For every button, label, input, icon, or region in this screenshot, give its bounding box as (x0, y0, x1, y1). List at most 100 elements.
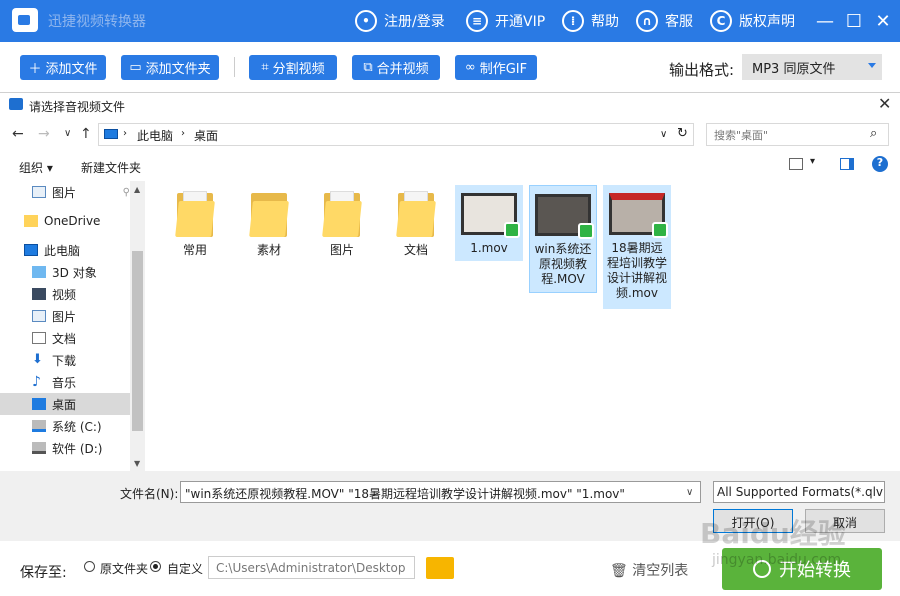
maximize-button[interactable]: ☐ (841, 8, 867, 34)
trash-icon: 🗑 (610, 563, 628, 579)
search-input[interactable]: 搜索"桌面" (706, 123, 889, 146)
user-icon: • (355, 10, 377, 32)
scroll-up-icon[interactable]: ▲ (134, 185, 140, 194)
add-folder-button[interactable]: ▭ 添加文件夹 (121, 55, 219, 80)
make-gif-button[interactable]: ∞ 制作GIF (455, 55, 537, 80)
nav-item-downloads[interactable]: ⬇ 下载 (0, 349, 130, 371)
navigation-pane: 图片 ⚲ OneDrive 此电脑 3D 对象 视频 图片 文档 ⬇ 下载 ♪ 音乐 … (0, 181, 145, 471)
file-item-training-video[interactable]: 18暑期远程培训教学设计讲解视频.mov (603, 185, 671, 309)
breadcrumb-this-pc[interactable]: 此电脑 (137, 127, 173, 144)
back-arrow-icon[interactable]: ← (12, 126, 24, 142)
service-link[interactable]: ∩ 客服 (636, 0, 693, 42)
browse-folder-icon[interactable] (426, 557, 454, 579)
document-icon (32, 332, 46, 344)
output-format-label: 输出格式: (669, 61, 735, 79)
crop-icon: ⌗ (261, 60, 269, 75)
plus-icon: ＋ (28, 62, 42, 77)
forward-arrow-icon[interactable]: → (38, 126, 50, 142)
preview-pane-icon[interactable] (840, 158, 854, 170)
save-path-input[interactable]: C:\Users\Administrator\Desktop (208, 556, 415, 579)
folder-item-documents[interactable]: 文档 (382, 185, 450, 258)
toolbar: ＋添加文件 ▭ 添加文件夹 ⌗ 分割视频 ⧉ 合并视频 ∞ 制作GIF 输出格式: MP… (0, 42, 900, 92)
scroll-down-icon[interactable]: ▼ (134, 459, 140, 468)
nav-scrollbar-thumb[interactable] (132, 251, 143, 431)
help-icon[interactable]: ? (872, 156, 888, 172)
recent-chevron-icon[interactable]: ∨ (64, 128, 71, 139)
app-title: 迅捷视频转换器 (48, 14, 146, 30)
filename-input[interactable]: "win系统还原视频教程.MOV" "18暑期远程培训教学设计讲解视频.mov"… (180, 481, 701, 503)
nav-item-pictures-pinned[interactable]: 图片 ⚲ (0, 181, 130, 203)
radio-original-folder[interactable] (84, 561, 95, 572)
close-button[interactable]: ✕ (870, 8, 896, 34)
nav-item-documents[interactable]: 文档 (0, 327, 130, 349)
folder-icon (322, 191, 362, 237)
address-dropdown-icon[interactable]: ∨ (660, 129, 667, 140)
nav-item-drive-c[interactable]: 系统 (C:) (0, 415, 130, 437)
file-item-1-mov[interactable]: 1.mov (455, 185, 523, 261)
split-video-button[interactable]: ⌗ 分割视频 (249, 55, 337, 80)
folder-item-pictures[interactable]: 图片 (308, 185, 376, 258)
cube-icon (32, 266, 46, 278)
merge-video-button[interactable]: ⧉ 合并视频 (352, 55, 440, 80)
title-bar: 迅捷视频转换器 • 注册/登录 ≡ 开通VIP ⁞ 帮助 ∩ 客服 C 版权声明 — ☐ … (0, 0, 900, 42)
nav-item-videos[interactable]: 视频 (0, 283, 130, 305)
new-folder-button[interactable]: 新建文件夹 (81, 159, 141, 176)
chevron-down-icon (868, 63, 876, 68)
login-link[interactable]: • 注册/登录 (355, 0, 445, 42)
breadcrumb-desktop[interactable]: 桌面 (194, 127, 218, 144)
app-badge-icon (578, 223, 594, 239)
breadcrumb-separator-icon: › (181, 128, 185, 139)
clear-list-button[interactable]: 🗑 清空列表 (610, 560, 688, 580)
up-arrow-icon[interactable]: ↑ (80, 126, 92, 142)
refresh-icon[interactable]: ↻ (677, 126, 688, 141)
folder-icon (175, 191, 215, 237)
file-open-dialog: 请选择音视频文件 ✕ ← → ∨ ↑ › 此电脑 › 桌面 ∨ ↻ 搜索"桌面"… (0, 92, 900, 542)
folder-icon (24, 215, 38, 227)
view-dropdown-icon[interactable]: ▾ (810, 156, 815, 167)
help-link[interactable]: ⁞ 帮助 (562, 0, 619, 42)
nav-item-desktop[interactable]: 桌面 (0, 393, 130, 415)
output-format-select[interactable]: MP3 同原文件 (742, 54, 882, 80)
folder-item-common[interactable]: 常用 (161, 185, 229, 258)
help-grid-icon: ⁞ (562, 10, 584, 32)
baidu-watermark: Baidu经验 (700, 517, 846, 550)
nav-item-pictures[interactable]: 图片 (0, 305, 130, 327)
filename-dropdown-icon[interactable]: ∨ (686, 487, 693, 498)
search-icon: ⌕ (870, 126, 878, 141)
radio-original-label: 原文件夹 (100, 562, 149, 576)
headset-icon: ∩ (636, 10, 658, 32)
video-thumbnail-icon (535, 194, 594, 239)
drive-icon (32, 420, 46, 432)
app-badge-icon (504, 222, 520, 238)
music-note-icon: ♪ (32, 374, 41, 390)
nav-item-3d-objects[interactable]: 3D 对象 (0, 261, 130, 283)
view-options-icon[interactable] (789, 158, 803, 170)
file-item-win-tutorial[interactable]: win系统还原视频教程.MOV (529, 185, 597, 293)
save-to-label: 保存至: (20, 565, 67, 581)
nav-item-drive-d[interactable]: 软件 (D:) (0, 437, 130, 459)
computer-icon (24, 244, 38, 256)
nav-item-music[interactable]: ♪ 音乐 (0, 371, 130, 393)
dialog-title-bar: 请选择音视频文件 ✕ (0, 93, 900, 117)
dialog-close-icon[interactable]: ✕ (878, 94, 891, 113)
computer-icon (104, 129, 118, 139)
vip-icon: ≡ (466, 10, 488, 32)
folder-item-material[interactable]: 素材 (235, 185, 303, 258)
file-type-select[interactable]: All Supported Formats(*.qlv; (713, 481, 885, 503)
nav-item-this-pc[interactable]: 此电脑 (0, 239, 130, 261)
desktop-icon (32, 398, 46, 410)
vip-link[interactable]: ≡ 开通VIP (466, 0, 545, 42)
video-icon (32, 288, 46, 300)
file-list: 常用 素材 图片 文档 1.mov win系统还原视频教程.MOV 18暑期远程… (145, 181, 900, 471)
copyright-link[interactable]: C 版权声明 (710, 0, 795, 42)
download-arrow-icon: ⬇ (32, 352, 43, 367)
app-logo (12, 8, 38, 32)
minimize-button[interactable]: — (812, 8, 838, 34)
radio-custom[interactable] (150, 561, 161, 572)
address-bar[interactable]: › 此电脑 › 桌面 ∨ ↻ (98, 123, 694, 146)
nav-item-onedrive[interactable]: OneDrive (0, 210, 130, 232)
add-file-button[interactable]: ＋添加文件 (20, 55, 106, 80)
address-row: ← → ∨ ↑ › 此电脑 › 桌面 ∨ ↻ 搜索"桌面" ⌕ (0, 122, 900, 148)
copyright-icon: C (710, 10, 732, 32)
organize-menu[interactable]: 组织 ▾ (19, 159, 53, 176)
